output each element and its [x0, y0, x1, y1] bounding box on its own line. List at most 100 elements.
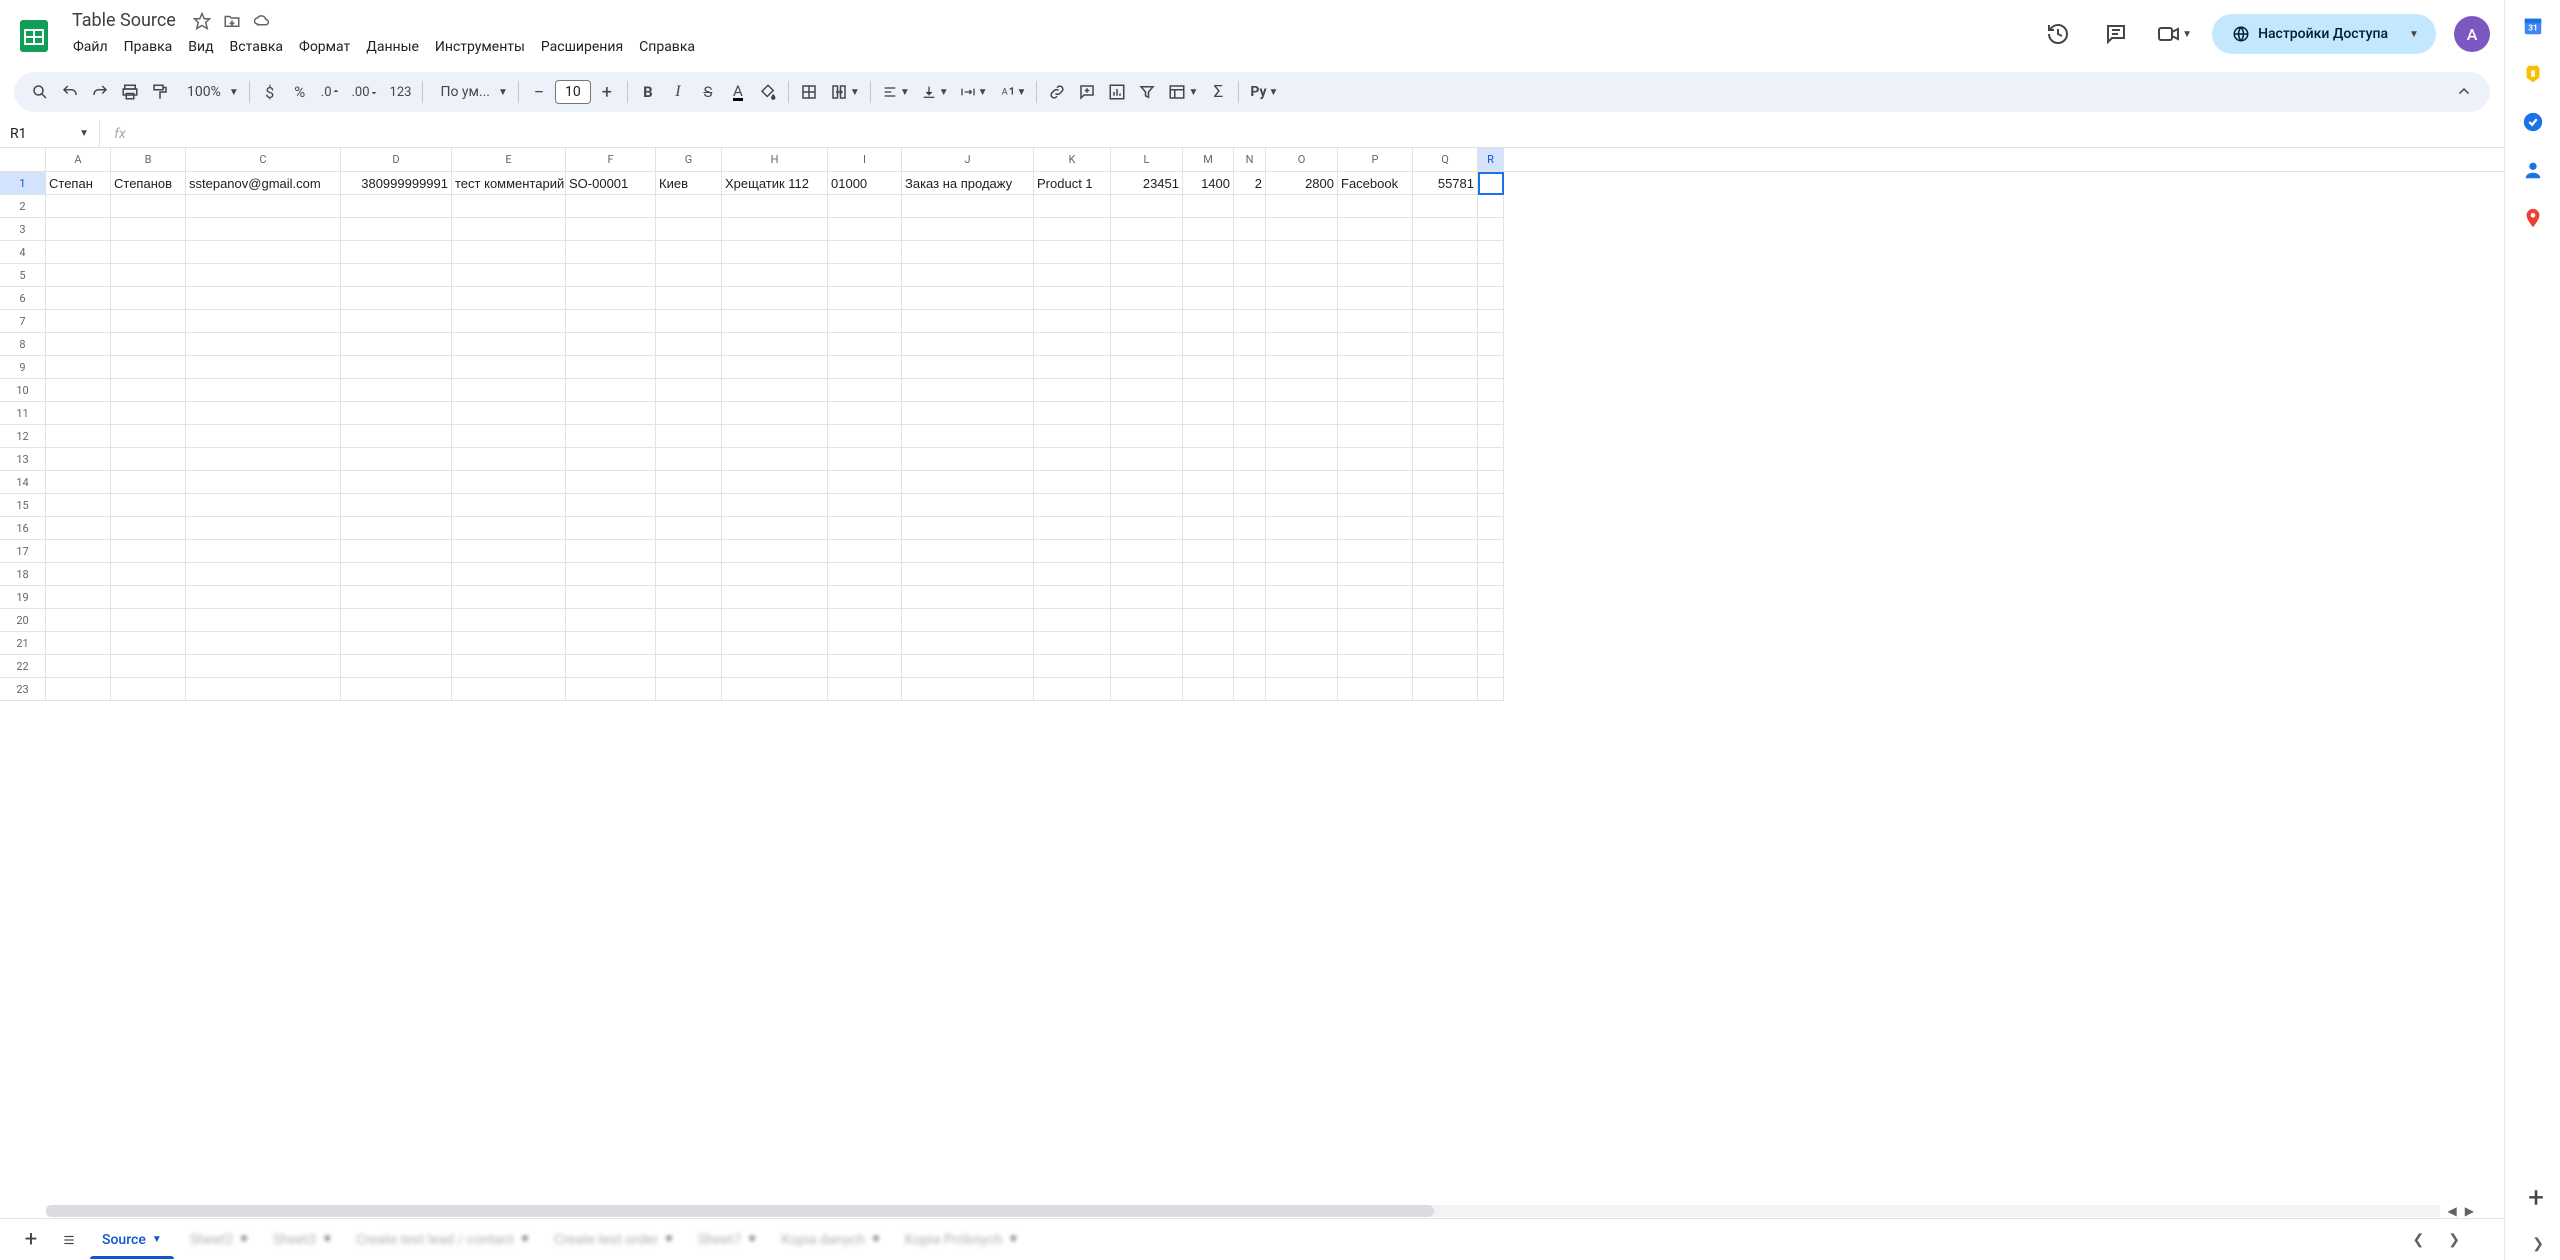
cell[interactable]	[656, 379, 722, 402]
cell[interactable]	[1478, 264, 1504, 287]
cell[interactable]	[1478, 655, 1504, 678]
cell[interactable]	[722, 356, 828, 379]
cell[interactable]	[341, 448, 452, 471]
chart-icon[interactable]	[1103, 78, 1131, 106]
row-header[interactable]: 11	[0, 402, 46, 425]
cell[interactable]	[1413, 264, 1478, 287]
cell[interactable]	[111, 379, 186, 402]
row-header[interactable]: 5	[0, 264, 46, 287]
cell[interactable]	[566, 241, 656, 264]
keep-icon[interactable]	[2521, 62, 2545, 86]
cell[interactable]	[1266, 655, 1338, 678]
cell[interactable]	[1234, 333, 1266, 356]
cell[interactable]	[46, 402, 111, 425]
sheet-tab[interactable]: Create test lead / contact▼	[344, 1222, 542, 1258]
cell[interactable]	[1338, 425, 1413, 448]
cell[interactable]	[1338, 333, 1413, 356]
cell[interactable]	[452, 517, 566, 540]
cell[interactable]	[828, 379, 902, 402]
cell[interactable]: Product 1	[1034, 172, 1111, 195]
cell[interactable]	[186, 609, 341, 632]
horizontal-scrollbar[interactable]: ◀▶	[0, 1204, 2504, 1218]
cell[interactable]	[828, 540, 902, 563]
cell[interactable]	[1111, 632, 1183, 655]
cell[interactable]	[1183, 333, 1234, 356]
cell[interactable]	[111, 586, 186, 609]
row-header[interactable]: 14	[0, 471, 46, 494]
cell[interactable]	[566, 402, 656, 425]
cell[interactable]	[1034, 333, 1111, 356]
rotate-icon[interactable]: A▼	[994, 78, 1031, 106]
cell[interactable]	[1234, 402, 1266, 425]
cell[interactable]	[1111, 655, 1183, 678]
cell[interactable]	[1111, 563, 1183, 586]
cell[interactable]	[1234, 563, 1266, 586]
cell[interactable]	[566, 494, 656, 517]
cell[interactable]	[46, 379, 111, 402]
cell[interactable]: Заказ на продажу	[902, 172, 1034, 195]
cell[interactable]	[828, 678, 902, 701]
cell[interactable]	[111, 264, 186, 287]
cell[interactable]	[1478, 356, 1504, 379]
cell[interactable]	[1034, 517, 1111, 540]
cell[interactable]	[722, 517, 828, 540]
column-header[interactable]: R	[1478, 148, 1504, 171]
cell[interactable]	[1234, 586, 1266, 609]
cell[interactable]	[1338, 609, 1413, 632]
cell[interactable]	[111, 310, 186, 333]
cell[interactable]	[186, 655, 341, 678]
cell[interactable]	[452, 678, 566, 701]
menu-item[interactable]: Вид	[181, 35, 220, 59]
cell[interactable]	[1034, 540, 1111, 563]
cell[interactable]	[1478, 379, 1504, 402]
cell[interactable]	[902, 264, 1034, 287]
cell[interactable]	[341, 609, 452, 632]
cell[interactable]	[1234, 517, 1266, 540]
menu-item[interactable]: Файл	[66, 35, 115, 59]
row-header[interactable]: 19	[0, 586, 46, 609]
cell[interactable]	[902, 586, 1034, 609]
cell[interactable]	[341, 218, 452, 241]
cell[interactable]	[1413, 678, 1478, 701]
cell[interactable]	[902, 540, 1034, 563]
cell[interactable]	[1266, 471, 1338, 494]
spreadsheet-grid[interactable]: ABCDEFGHIJKLMNOPQR 1СтепанСтепановsstepa…	[0, 148, 2504, 1204]
cell[interactable]	[452, 494, 566, 517]
cell[interactable]	[656, 609, 722, 632]
cell[interactable]	[1034, 241, 1111, 264]
cell[interactable]	[111, 609, 186, 632]
row-header[interactable]: 21	[0, 632, 46, 655]
cell[interactable]	[828, 241, 902, 264]
decrease-decimal-icon[interactable]: .0	[316, 78, 345, 106]
cell[interactable]	[452, 563, 566, 586]
move-icon[interactable]	[222, 11, 242, 31]
cell[interactable]	[722, 379, 828, 402]
cell[interactable]	[566, 310, 656, 333]
sheet-tab[interactable]: Sheet7▼	[686, 1222, 769, 1258]
cell[interactable]	[1338, 655, 1413, 678]
cell[interactable]	[722, 448, 828, 471]
cell[interactable]	[46, 264, 111, 287]
cell[interactable]	[656, 471, 722, 494]
column-header[interactable]: J	[902, 148, 1034, 171]
cell[interactable]	[1111, 379, 1183, 402]
cell[interactable]	[1111, 609, 1183, 632]
sheet-tab-active[interactable]: Source ▼	[90, 1222, 174, 1258]
cell[interactable]	[1111, 471, 1183, 494]
column-header[interactable]: K	[1034, 148, 1111, 171]
cell[interactable]	[186, 563, 341, 586]
cell[interactable]	[1338, 195, 1413, 218]
cell[interactable]	[341, 563, 452, 586]
cell[interactable]	[1413, 563, 1478, 586]
cell[interactable]	[1413, 632, 1478, 655]
formula-input[interactable]	[140, 120, 2504, 147]
cell[interactable]	[186, 540, 341, 563]
row-header[interactable]: 6	[0, 287, 46, 310]
cell[interactable]	[1111, 218, 1183, 241]
cell[interactable]	[452, 310, 566, 333]
cell[interactable]	[656, 632, 722, 655]
cell[interactable]	[111, 678, 186, 701]
cell[interactable]	[46, 632, 111, 655]
cell[interactable]	[722, 310, 828, 333]
cell[interactable]	[1266, 632, 1338, 655]
